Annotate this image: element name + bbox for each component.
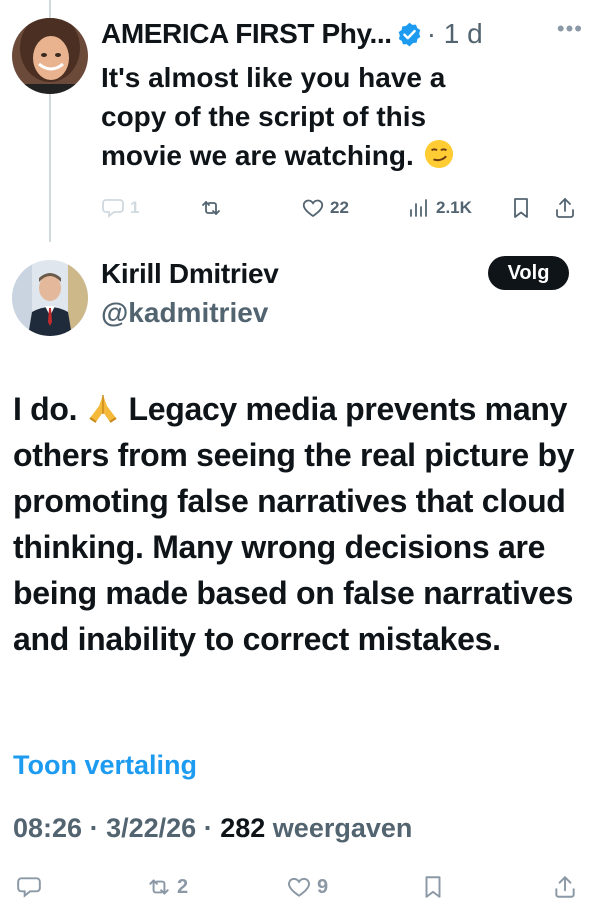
main-share-button[interactable] [552, 874, 578, 900]
heart-icon [302, 199, 324, 218]
smirking-face-emoji [424, 139, 453, 169]
main-comment-button[interactable] [16, 874, 47, 900]
main-like-count: 9 [317, 875, 329, 898]
reply-text-content: It's almost like you have a copy of the … [101, 62, 446, 171]
tweet-metadata: 08:26 · 3/22/26 · 282 weergaven [13, 813, 412, 844]
bookmark-icon [425, 876, 441, 898]
main-text-part1: I do. [13, 391, 86, 427]
reply-bookmark-button[interactable] [509, 190, 533, 226]
reply-views-count: 2.1K [436, 198, 472, 217]
reply-text: It's almost like you have a copy of the … [101, 58, 581, 175]
reply-like-button[interactable]: 22 [301, 190, 349, 226]
repost-icon [202, 201, 220, 215]
reply-repost-button[interactable] [199, 190, 228, 226]
main-author-handle[interactable]: @kadmitriev [101, 297, 268, 329]
reply-views-button[interactable]: 2.1K [407, 190, 472, 226]
main-author-avatar[interactable] [12, 260, 88, 336]
reply-like-count: 22 [330, 198, 349, 217]
verified-badge-icon [398, 22, 420, 46]
tweet-time[interactable]: 08:26 [13, 813, 82, 843]
main-repost-button[interactable]: 2 [146, 874, 188, 900]
heart-icon [288, 877, 310, 897]
reply-header: AMERICA FIRST Phy... · 1 d ••• [101, 14, 583, 54]
reply-comment-button[interactable]: 1 [101, 190, 139, 226]
reply-comment-count: 1 [130, 198, 140, 217]
repost-icon [149, 879, 169, 895]
reply-share-button[interactable] [553, 190, 577, 226]
comment-icon [17, 877, 41, 898]
more-horizontal-icon[interactable]: ••• [557, 16, 583, 52]
main-action-bar: 2 9 [0, 870, 595, 900]
main-author-name[interactable]: Kirill Dmitriev [101, 258, 279, 290]
meta-separator: · [89, 813, 99, 843]
main-repost-count: 2 [177, 875, 189, 898]
reply-action-bar: 1 22 2.1K [101, 190, 581, 226]
translate-link[interactable]: Toon vertaling [13, 750, 197, 781]
main-bookmark-button[interactable] [420, 874, 446, 900]
tweet-views-label: weergaven [272, 813, 413, 843]
reply-author-name[interactable]: AMERICA FIRST Phy... [101, 18, 392, 50]
tweet-date[interactable]: 3/22/26 [106, 813, 196, 843]
share-icon [556, 198, 574, 218]
main-text-part2: Legacy media prevents many others from s… [13, 391, 575, 657]
tweet-views-count: 282 [220, 813, 266, 843]
comment-icon [102, 199, 124, 218]
reply-author-avatar[interactable] [12, 18, 88, 94]
main-like-button[interactable]: 9 [286, 874, 328, 900]
meta-separator: · [203, 813, 213, 843]
follow-button[interactable]: Volg [488, 256, 569, 290]
folded-hands-emoji [89, 395, 117, 423]
bookmark-icon [514, 198, 528, 218]
main-tweet-text: I do. Legacy media prevents many others … [13, 386, 585, 662]
reply-timestamp: · 1 d [426, 18, 483, 49]
share-icon [555, 876, 575, 898]
views-chart-icon [410, 199, 427, 217]
